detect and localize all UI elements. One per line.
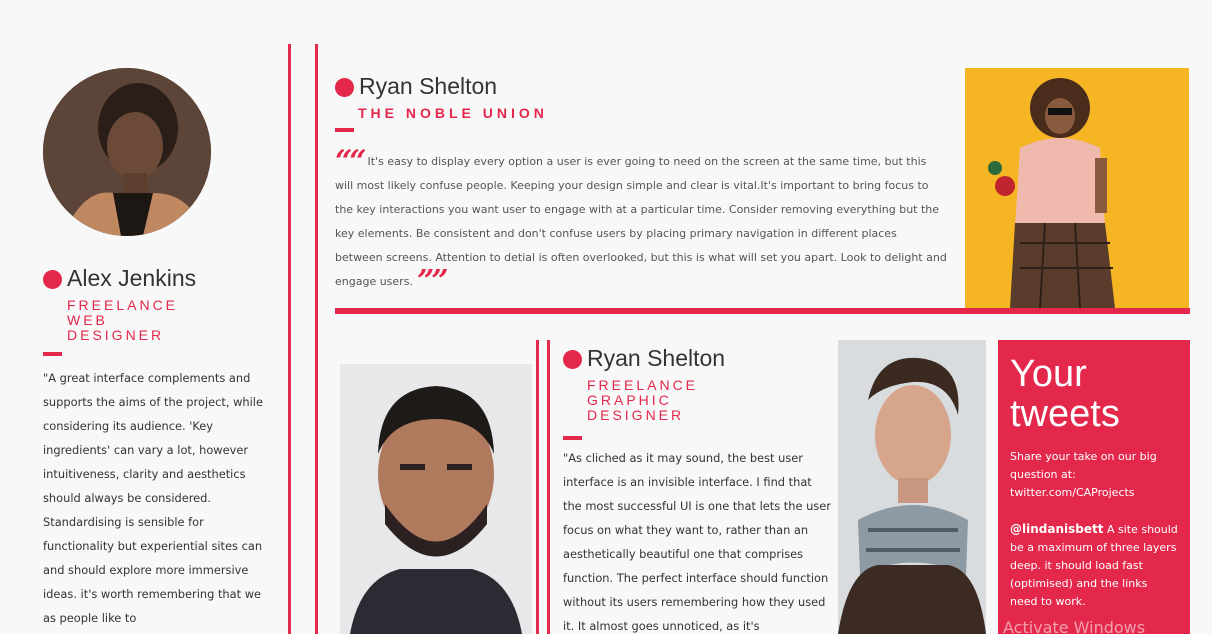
role-line: DESIGNER [587, 407, 685, 423]
photo-woman-yellow [965, 68, 1189, 308]
tweets-panel: Your tweets Share your take on our big q… [998, 340, 1190, 634]
tweets-title-line: tweets [1010, 393, 1120, 435]
profile-quote: "As cliched as it may sound, the best us… [563, 451, 831, 633]
tweets-title-line: Your [1010, 353, 1087, 395]
profile-name-text: Alex Jenkins [67, 265, 197, 291]
profile-name-text: Ryan Shelton [587, 345, 726, 371]
divider-line [315, 44, 318, 634]
profile-name-text: Ryan Shelton [359, 73, 498, 99]
open-quote-icon: ““ [335, 144, 366, 179]
role-line: FREELANCE [587, 377, 699, 393]
photo-man-scarf [838, 340, 986, 634]
role-line: WEB [67, 312, 108, 328]
tweets-prompt: Share your take on our big question at: … [1010, 450, 1157, 499]
profile-name: Ryan Shelton [563, 347, 725, 370]
red-dot-icon [563, 350, 582, 370]
feature-quote: ““ It's easy to display every option a us… [335, 147, 947, 297]
red-dot-icon [43, 270, 62, 290]
testimonials-page: Alex Jenkins FREELANCE WEB DESIGNER "A g… [0, 0, 1212, 634]
profile-company: THE NOBLE UNION [358, 105, 548, 121]
role-line: GRAPHIC [587, 392, 672, 408]
accent-bar [335, 308, 1190, 314]
role-line: FREELANCE [67, 297, 179, 313]
profile-role: FREELANCE GRAPHIC DESIGNER [587, 378, 698, 423]
accent-dash [335, 128, 354, 132]
role-line: DESIGNER [67, 327, 165, 343]
tweet-item: @lindanisbett A site should be a maximum… [1010, 520, 1178, 611]
photo-man-beard [340, 364, 532, 634]
tweet-handle-link[interactable]: @lindanisbett [1010, 522, 1103, 536]
divider-line [536, 340, 539, 634]
profile-role: FREELANCE WEB DESIGNER [67, 298, 178, 343]
os-watermark: Activate Windows [1003, 618, 1146, 634]
profile-quote: "A great interface complements and suppo… [43, 371, 263, 625]
accent-dash [43, 352, 62, 356]
red-dot-icon [335, 78, 354, 98]
avatar-alex-jenkins [43, 68, 211, 236]
divider-line [547, 340, 550, 634]
divider-line [288, 44, 291, 634]
tweets-title: Your tweets [1010, 354, 1178, 434]
profile-name: Ryan Shelton [335, 75, 497, 98]
profile-name: Alex Jenkins [43, 267, 196, 290]
close-quote-icon: ”” [416, 264, 448, 299]
accent-dash [563, 436, 582, 440]
